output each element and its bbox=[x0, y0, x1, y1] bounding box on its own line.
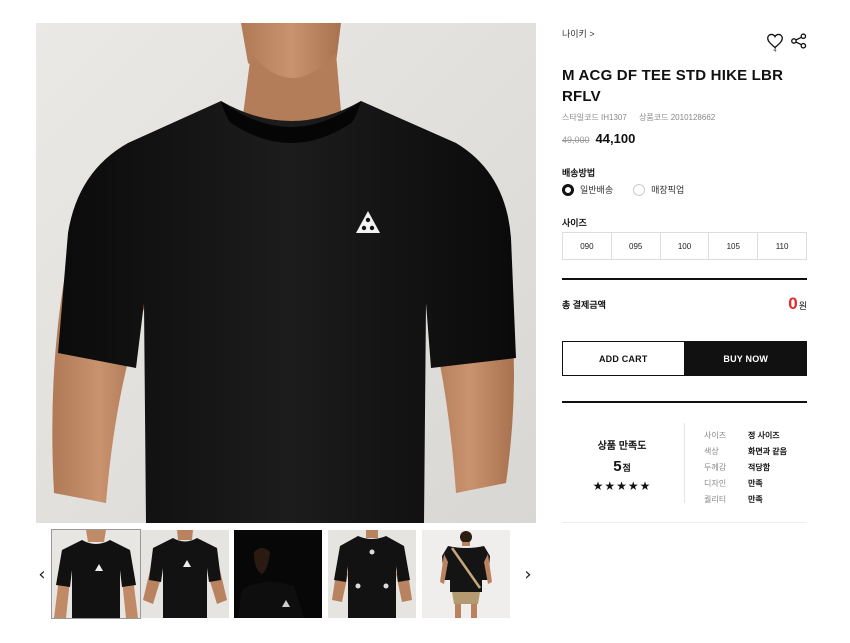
product-code: 상품코드 2010128662 bbox=[639, 113, 716, 122]
chevron-left-icon[interactable]: ‹ bbox=[34, 560, 50, 588]
thumbnail-5[interactable] bbox=[422, 530, 510, 618]
shipping-option-standard[interactable]: 일반배송 bbox=[562, 183, 613, 196]
attribute-value: 정 사이즈 bbox=[748, 430, 780, 440]
size-option[interactable]: 090 bbox=[563, 233, 612, 259]
chevron-right-icon[interactable]: › bbox=[520, 560, 536, 588]
style-code: 스타일코드 IH1307 bbox=[562, 113, 627, 122]
size-selector: 090 095 100 105 110 bbox=[562, 232, 807, 260]
product-codes: 스타일코드 IH1307 상품코드 2010128662 bbox=[562, 112, 715, 123]
shipping-options: 일반배송 매장픽업 bbox=[562, 183, 684, 196]
attribute-value: 만족 bbox=[748, 478, 763, 488]
original-price: 49,000 bbox=[562, 135, 590, 145]
shipping-option-pickup[interactable]: 매장픽업 bbox=[633, 183, 684, 196]
share-button[interactable] bbox=[790, 33, 808, 54]
add-cart-button[interactable]: ADD CART bbox=[562, 341, 685, 376]
review-attribute-row: 디자인 만족 bbox=[704, 475, 787, 491]
attribute-key: 디자인 bbox=[704, 478, 727, 488]
buy-now-button[interactable]: BUY NOW bbox=[684, 341, 807, 376]
purchase-buttons: ADD CART BUY NOW bbox=[562, 341, 807, 376]
attribute-value: 화면과 같음 bbox=[748, 446, 788, 456]
shipping-label: 배송방법 bbox=[562, 168, 596, 178]
divider bbox=[684, 423, 685, 503]
review-attributes: 사이즈 정 사이즈 색상 화면과 같음 두께감 적당함 디자인 만족 퀄리티 만… bbox=[704, 427, 787, 507]
satisfaction-score: 상품 만족도 5점 ★★★★★ bbox=[562, 423, 682, 493]
attribute-value: 적당함 bbox=[748, 462, 771, 472]
total-label: 총 결제금액 bbox=[562, 299, 606, 310]
wishlist-button[interactable]: 4 bbox=[766, 33, 784, 54]
score-unit: 점 bbox=[622, 463, 631, 473]
size-option[interactable]: 110 bbox=[758, 233, 806, 259]
review-attribute-row: 색상 화면과 같음 bbox=[704, 443, 787, 459]
review-attribute-row: 퀄리티 만족 bbox=[704, 491, 787, 507]
share-icon bbox=[791, 33, 807, 49]
size-option[interactable]: 105 bbox=[709, 233, 759, 259]
thumbnail-4[interactable] bbox=[328, 530, 416, 618]
total-value: 0 bbox=[788, 294, 798, 313]
star-rating-icon: ★★★★★ bbox=[592, 479, 652, 493]
shipping-option-label: 매장픽업 bbox=[651, 185, 685, 195]
size-option[interactable]: 100 bbox=[661, 233, 710, 259]
radio-unselected-icon bbox=[633, 183, 646, 196]
thumbnail-2[interactable] bbox=[141, 530, 229, 618]
total-amount: 0 원 bbox=[788, 294, 807, 314]
heart-icon bbox=[767, 33, 783, 49]
thumbnail-3[interactable] bbox=[234, 530, 322, 618]
attribute-key: 색상 bbox=[704, 446, 719, 456]
review-summary: 상품 만족도 5점 ★★★★★ 사이즈 정 사이즈 색상 화면과 같음 두께감 … bbox=[562, 423, 807, 521]
total-unit: 원 bbox=[798, 301, 807, 311]
satisfaction-title: 상품 만족도 bbox=[597, 441, 647, 452]
thumbnail-1[interactable] bbox=[51, 529, 141, 619]
divider bbox=[562, 278, 807, 280]
size-option[interactable]: 095 bbox=[612, 233, 661, 259]
review-attribute-row: 두께감 적당함 bbox=[704, 459, 787, 475]
price-row: 49,000 44,100 bbox=[562, 131, 635, 146]
brand-link[interactable]: 나이키 > bbox=[562, 27, 595, 40]
radio-selected-icon bbox=[562, 183, 574, 196]
thumbnail-strip: ‹ › bbox=[28, 529, 548, 622]
shipping-option-label: 일반배송 bbox=[580, 185, 614, 195]
wishlist-count: 4 bbox=[773, 48, 777, 54]
attribute-value: 만족 bbox=[748, 494, 763, 504]
review-attribute-row: 사이즈 정 사이즈 bbox=[704, 427, 787, 443]
main-product-image bbox=[36, 23, 536, 523]
attribute-key: 사이즈 bbox=[704, 430, 727, 440]
product-actions: 4 bbox=[766, 33, 808, 54]
score: 5점 bbox=[562, 458, 682, 476]
divider bbox=[562, 522, 807, 523]
product-title: M ACG DF TEE STD HIKE LBR RFLV bbox=[562, 67, 784, 105]
score-value: 5 bbox=[613, 458, 622, 475]
attribute-key: 퀄리티 bbox=[704, 494, 727, 504]
size-label: 사이즈 bbox=[562, 218, 587, 228]
sale-price: 44,100 bbox=[595, 131, 636, 146]
attribute-key: 두께감 bbox=[704, 462, 727, 472]
divider bbox=[562, 401, 807, 403]
total-row: 총 결제금액 0 원 bbox=[562, 294, 807, 314]
